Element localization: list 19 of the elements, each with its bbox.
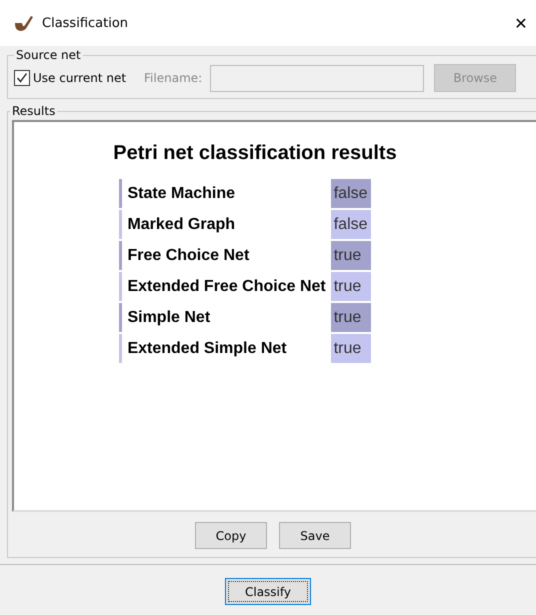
results-heading: Petri net classification results — [113, 142, 398, 165]
classification-value: true — [330, 241, 371, 270]
checkmark-icon — [16, 72, 28, 84]
action-button[interactable]: Save — [279, 522, 351, 549]
classification-value: false — [330, 179, 371, 208]
filename-label: Filename: — [144, 71, 202, 85]
classification-value: true — [330, 272, 371, 301]
use-current-net-checkbox[interactable]: Use current net — [14, 70, 126, 86]
classification-name: Extended Free Choice Net — [119, 272, 329, 301]
group-legend: Results — [10, 104, 58, 118]
classification-value: true — [330, 303, 371, 332]
window-title: Classification — [42, 16, 128, 30]
action-button[interactable]: Copy — [195, 522, 267, 549]
group-legend: Source net — [14, 48, 83, 62]
classification-value: false — [330, 210, 371, 239]
classification-value: true — [330, 334, 371, 363]
pipe-icon — [14, 14, 34, 32]
close-button[interactable]: ✕ — [506, 14, 536, 32]
classify-button[interactable]: Classify — [225, 578, 311, 605]
